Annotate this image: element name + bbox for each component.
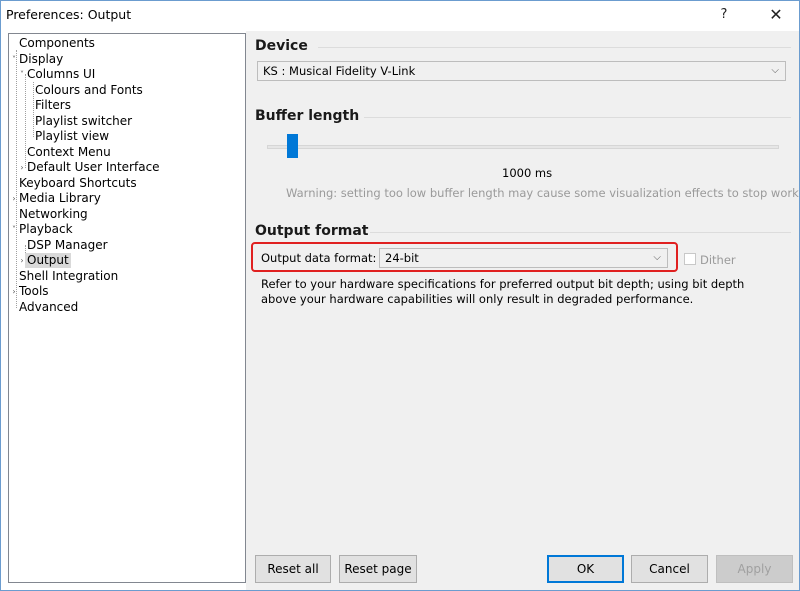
- cancel-button[interactable]: Cancel: [631, 555, 708, 583]
- dither-checkbox[interactable]: [684, 253, 696, 265]
- close-button[interactable]: ✕: [753, 1, 799, 31]
- tree-item-components[interactable]: Components: [9, 36, 243, 51]
- section-divider: [370, 232, 791, 233]
- tree-item-label: Filters: [35, 98, 71, 112]
- tree-item-label: Shell Integration: [19, 268, 119, 283]
- tree-item-label: Playback: [19, 222, 73, 236]
- tree-item-label: Context Menu: [27, 144, 111, 159]
- expanded-chevron-icon[interactable]: ˅: [18, 67, 26, 82]
- tree-item-playback[interactable]: ˅ Playback: [9, 222, 243, 237]
- reset-page-button[interactable]: Reset page: [339, 555, 417, 583]
- tree-item-filters[interactable]: Filters: [9, 98, 243, 113]
- output-format-heading: Output format: [255, 223, 369, 239]
- tree-item-shell-integration[interactable]: Shell Integration: [9, 269, 243, 284]
- tree-item-label: Components: [19, 36, 95, 50]
- tree-item-label: Networking: [19, 206, 88, 221]
- device-dropdown[interactable]: KS : Musical Fidelity V-Link ⌵: [257, 61, 786, 81]
- apply-button[interactable]: Apply: [716, 555, 793, 583]
- title-bar: Preferences: Output ? ✕: [1, 1, 799, 31]
- tree-item-label: Columns UI: [27, 67, 96, 81]
- tree-item-label: Output: [25, 253, 71, 268]
- collapsed-chevron-icon[interactable]: ›: [10, 191, 18, 206]
- output-data-format-dropdown[interactable]: 24-bit ⌵: [379, 248, 668, 268]
- tree-item-output[interactable]: › Output: [9, 253, 243, 268]
- tree-item-label: Playlist view: [35, 129, 110, 143]
- tree-item-label: Keyboard Shortcuts: [19, 175, 137, 190]
- tree-item-default-user-interface[interactable]: › Default User Interface: [9, 160, 243, 175]
- ok-button[interactable]: OK: [547, 555, 624, 583]
- tree-item-networking[interactable]: Networking: [9, 207, 243, 222]
- buffer-slider-track[interactable]: [267, 145, 779, 149]
- buffer-slider-thumb[interactable]: [287, 134, 298, 158]
- help-button[interactable]: ?: [701, 1, 747, 31]
- output-format-description: Refer to your hardware specifications fo…: [261, 277, 745, 306]
- buffer-warning-text: Warning: setting too low buffer length m…: [286, 186, 800, 200]
- tree-item-label: DSP Manager: [27, 237, 108, 252]
- tree-item-label: Advanced: [19, 299, 79, 314]
- buffer-length-heading: Buffer length: [255, 108, 360, 124]
- buffer-length-value: 1000 ms: [502, 166, 553, 180]
- preferences-tree[interactable]: Components ˅ Display ˅ Columns UI Colours and…: [8, 33, 246, 583]
- tree-item-playlist-view[interactable]: Playlist view: [9, 129, 243, 144]
- reset-all-button[interactable]: Reset all: [255, 555, 331, 583]
- tree-item-label: Default User Interface: [27, 160, 160, 174]
- output-data-format-value: 24-bit: [385, 251, 419, 265]
- tree-item-media-library[interactable]: › Media Library: [9, 191, 243, 206]
- section-divider: [318, 47, 791, 48]
- tree-item-label: Tools: [19, 284, 49, 298]
- chevron-down-icon: ⌵: [653, 252, 661, 263]
- tree-item-label: Display: [19, 51, 64, 66]
- tree-item-label: Playlist switcher: [35, 113, 133, 128]
- tree-item-label: Colours and Fonts: [35, 82, 143, 97]
- tree-item-advanced[interactable]: Advanced: [9, 300, 243, 315]
- tree-item-context-menu[interactable]: Context Menu: [9, 145, 243, 160]
- tree-item-label: Media Library: [19, 191, 101, 205]
- tree-item-display[interactable]: ˅ Display: [9, 52, 243, 67]
- chevron-down-icon: ⌵: [771, 65, 779, 76]
- section-divider: [364, 117, 791, 118]
- tree-item-playlist-switcher[interactable]: Playlist switcher: [9, 114, 243, 129]
- tree-item-keyboard-shortcuts[interactable]: Keyboard Shortcuts: [9, 176, 243, 191]
- preferences-window: Preferences: Output ? ✕ Components ˅ Displ…: [0, 0, 800, 591]
- tree-item-dsp-manager[interactable]: DSP Manager: [9, 238, 243, 253]
- tree-item-colours-and-fonts[interactable]: Colours and Fonts: [9, 83, 243, 98]
- dither-label: Dither: [700, 253, 736, 267]
- tree-item-tools[interactable]: › Tools: [9, 284, 243, 299]
- output-data-format-label: Output data format:: [261, 251, 377, 265]
- expanded-chevron-icon[interactable]: ˅: [10, 222, 18, 237]
- device-heading: Device: [255, 38, 308, 54]
- expanded-chevron-icon[interactable]: ˅: [10, 52, 18, 67]
- collapsed-chevron-icon[interactable]: ›: [10, 284, 18, 299]
- tree-item-columns-ui[interactable]: ˅ Columns UI: [9, 67, 243, 82]
- button-bar: Reset all Reset page OK Cancel Apply: [246, 551, 799, 590]
- collapsed-chevron-icon[interactable]: ›: [18, 160, 26, 175]
- window-title: Preferences: Output: [6, 7, 132, 22]
- device-dropdown-value: KS : Musical Fidelity V-Link: [263, 64, 416, 78]
- output-page: Device KS : Musical Fidelity V-Link ⌵ Bu…: [246, 31, 799, 551]
